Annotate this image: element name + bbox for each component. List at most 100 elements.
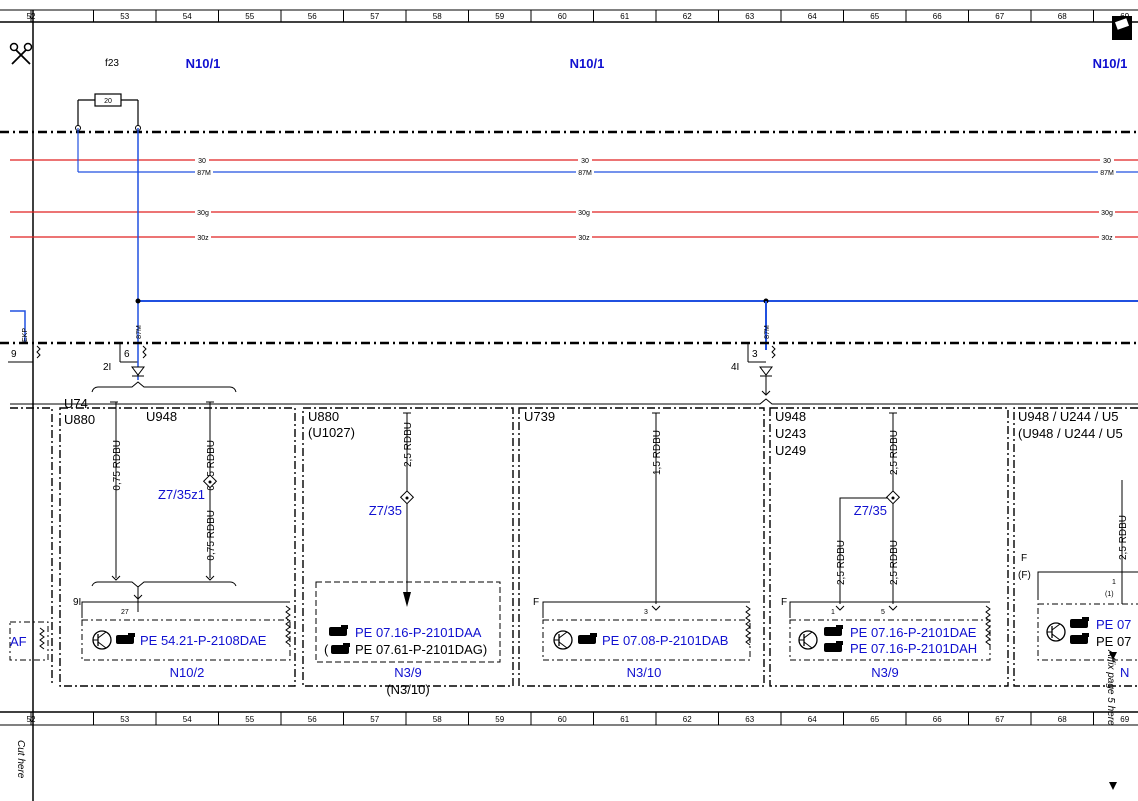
ref-link-2101dab[interactable]: PE 07.08-P-2101DAB <box>602 633 728 648</box>
hand-pointer-icon <box>331 643 350 654</box>
module-n-partial: N <box>1120 665 1129 680</box>
connector-pin-6[interactable]: 6 2I <box>103 343 147 380</box>
top-ruler-number: 64 <box>808 12 817 21</box>
transistor-icon <box>92 630 112 650</box>
svg-text:1,5 RDBU: 1,5 RDBU <box>652 430 663 475</box>
bottom-ruler-number: 65 <box>870 715 879 724</box>
ref-link-2108dae[interactable]: PE 54.21-P-2108DAE <box>140 633 267 648</box>
svg-text:87M: 87M <box>578 170 592 177</box>
bottom-ruler-number: 54 <box>183 715 192 724</box>
svg-text:U243: U243 <box>775 426 806 441</box>
hand-pointer-icon <box>824 625 843 636</box>
bottom-ruler-number: 62 <box>683 715 692 724</box>
bottom-ruler-number: 63 <box>745 715 754 724</box>
module-label-right[interactable]: N10/1 <box>1093 56 1128 71</box>
svg-text:2,5 RDBU: 2,5 RDBU <box>889 540 900 585</box>
ekp-label: EKP <box>22 328 29 342</box>
svg-text:30z: 30z <box>578 235 590 242</box>
svg-text:30: 30 <box>1103 158 1111 165</box>
svg-text:0,75 RDBU: 0,75 RDBU <box>206 510 217 561</box>
bottom-ruler-number: 53 <box>120 715 129 724</box>
affix-page-label: Affix page 5 here <box>1105 649 1116 726</box>
svg-text:0,75 RDBU: 0,75 RDBU <box>112 440 123 491</box>
ref-link-pe07-b[interactable]: PE 07 <box>1096 634 1131 649</box>
svg-text:1: 1 <box>831 609 835 616</box>
top-ruler-number: 61 <box>620 12 629 21</box>
top-ruler-number: 54 <box>183 12 192 21</box>
box-right-partial: U948 / U244 / U5 (U948 / U244 / U5 2,5 R… <box>1018 409 1138 680</box>
svg-text:(: ( <box>324 642 329 657</box>
fuse-f23[interactable]: 20 <box>75 93 141 131</box>
svg-text:6: 6 <box>124 349 130 360</box>
ref-link-pe07-a[interactable]: PE 07 <box>1096 617 1131 632</box>
box-n3-9-b: U948 U243 U249 2,5 RDBU Z7/35 2,5 RDBU 2… <box>775 409 991 680</box>
svg-text:30: 30 <box>581 158 589 165</box>
bottom-ruler-number: 59 <box>495 715 504 724</box>
ref-link-2101dae[interactable]: PE 07.16-P-2101DAE <box>850 625 977 640</box>
svg-text:U948: U948 <box>146 409 177 424</box>
svg-text:U74: U74 <box>64 396 88 411</box>
page-marker-icon <box>1112 16 1132 40</box>
svg-text:9I: 9I <box>73 597 81 608</box>
hand-pointer-icon <box>1070 633 1089 644</box>
conn-z7-35-a: Z7/35 <box>369 503 402 518</box>
bottom-ruler-number: 55 <box>245 715 254 724</box>
connector-pin-3[interactable]: 3 4I <box>731 343 776 396</box>
svg-text:U948 / U244 / U5: U948 / U244 / U5 <box>1018 409 1118 424</box>
svg-text:2,5 RDBU: 2,5 RDBU <box>1118 515 1129 560</box>
svg-text:30g: 30g <box>1101 210 1113 217</box>
transistor-icon <box>798 630 818 650</box>
conn-z7-35-b: Z7/35 <box>854 503 887 518</box>
module-n3-9-b: N3/9 <box>871 665 898 680</box>
svg-text:30z: 30z <box>1101 235 1113 242</box>
top-ruler-number: 53 <box>120 12 129 21</box>
module-n3-9-a: N3/9 <box>394 665 421 680</box>
top-ruler-number: 58 <box>433 12 442 21</box>
hand-pointer-icon <box>1070 617 1089 628</box>
svg-text:U880: U880 <box>64 412 95 427</box>
top-ruler: 525354555657585960616263646566676869 <box>0 9 1138 23</box>
ref-af: AF <box>10 634 27 649</box>
box-n3-9-a: U880 (U1027) 2,5 RDBU Z7/35 PE 07.16-P-2… <box>308 409 501 697</box>
svg-text:(U1027): (U1027) <box>308 425 355 440</box>
svg-text:(N3/10): (N3/10) <box>386 682 429 697</box>
bus-lines <box>10 128 1138 350</box>
wiring-diagram: 525354555657585960616263646566676869 525… <box>0 9 1138 801</box>
ref-link-2101dah[interactable]: PE 07.16-P-2101DAH <box>850 641 977 656</box>
bottom-ruler-number: 56 <box>308 715 317 724</box>
bottom-ruler-number: 61 <box>620 715 629 724</box>
connector-pin-9[interactable]: 9 <box>8 343 41 363</box>
svg-text:2,5 RDBU: 2,5 RDBU <box>836 540 847 585</box>
svg-text:87M: 87M <box>1100 170 1114 177</box>
wire-87m-a: 87M <box>136 325 143 339</box>
transistor-icon <box>553 630 573 650</box>
fuse-value: 20 <box>104 98 112 105</box>
top-ruler-number: 57 <box>370 12 379 21</box>
module-n3-10: N3/10 <box>627 665 662 680</box>
top-ruler-number: 55 <box>245 12 254 21</box>
cut-here-label: Cut here <box>15 740 26 779</box>
bottom-ruler-number: 66 <box>933 715 942 724</box>
bottom-ruler-number: 68 <box>1058 715 1067 724</box>
bottom-ruler-number: 67 <box>995 715 1004 724</box>
module-label-left[interactable]: N10/1 <box>186 56 221 71</box>
hand-pointer-icon <box>329 625 348 636</box>
svg-text:U880: U880 <box>308 409 339 424</box>
svg-text:2I: 2I <box>103 362 111 373</box>
ref-link-2101dag[interactable]: PE 07.61-P-2101DAG) <box>355 642 487 657</box>
svg-text:1: 1 <box>1112 579 1116 586</box>
svg-text:3: 3 <box>644 609 648 616</box>
svg-text:F: F <box>1021 553 1027 564</box>
svg-text:3: 3 <box>752 349 758 360</box>
svg-text:U249: U249 <box>775 443 806 458</box>
top-ruler-number: 56 <box>308 12 317 21</box>
svg-text:30z: 30z <box>197 235 209 242</box>
top-ruler-number: 63 <box>745 12 754 21</box>
split-bracket-b <box>10 398 1138 405</box>
svg-text:30g: 30g <box>578 210 590 217</box>
svg-text:4I: 4I <box>731 362 739 373</box>
svg-text:(U948 / U244 / U5: (U948 / U244 / U5 <box>1018 426 1123 441</box>
ref-link-2101daa[interactable]: PE 07.16-P-2101DAA <box>355 625 482 640</box>
module-label-mid[interactable]: N10/1 <box>570 56 605 71</box>
hand-pointer-icon <box>116 633 135 644</box>
